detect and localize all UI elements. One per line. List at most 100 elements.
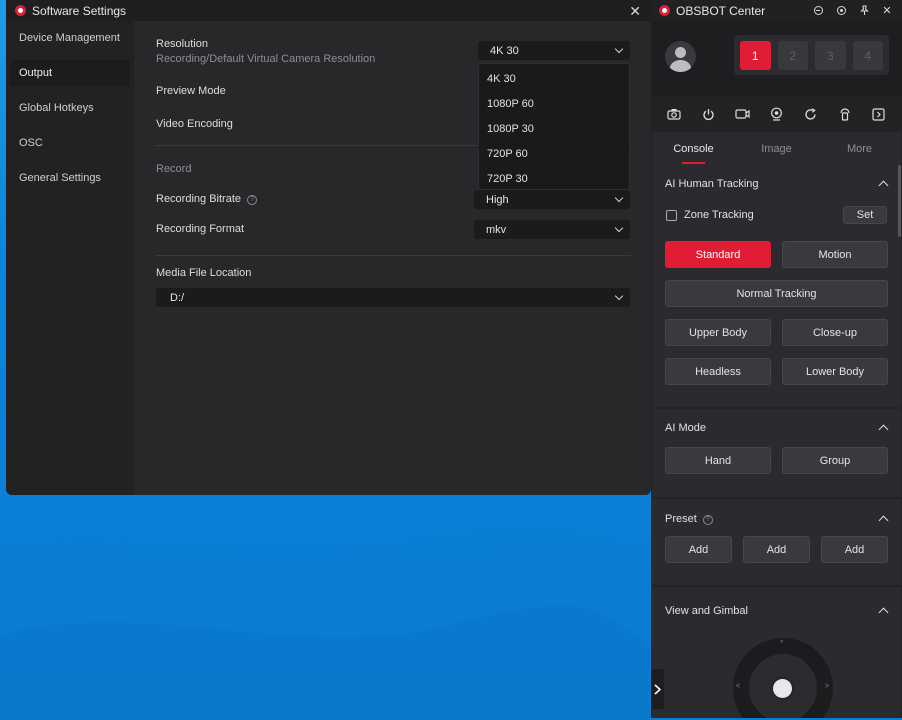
recording-format-select[interactable]: mkv	[474, 220, 630, 239]
settings-content: Resolution Recording/Default Virtual Cam…	[134, 21, 651, 495]
webcam-icon[interactable]	[767, 105, 785, 123]
help-icon[interactable]: ?	[702, 515, 713, 525]
chevron-down-icon	[614, 223, 624, 233]
ai-mode-panel: AI Mode Hand Group	[652, 409, 901, 497]
close-up-button[interactable]: Close-up	[782, 319, 888, 346]
camera-icon[interactable]	[665, 105, 683, 123]
chevron-up-icon[interactable]	[878, 180, 889, 191]
sidebar-item-output[interactable]: Output	[10, 60, 130, 86]
preset-panel: Preset? Add Add Add	[652, 499, 901, 585]
pin-icon[interactable]	[857, 4, 871, 17]
sidebar-item-device-management[interactable]: Device Management	[10, 25, 130, 51]
settings-sidebar: Device Management Output Global Hotkeys …	[6, 21, 134, 495]
menu-item-720p-30[interactable]: 720P 30	[479, 166, 629, 191]
recording-bitrate-row: Recording Bitrate?	[156, 193, 257, 205]
console-tabs: Console Image More	[652, 132, 901, 167]
preset-add-button-3[interactable]: Add	[821, 536, 888, 563]
device-slot-3[interactable]: 3	[815, 41, 846, 70]
settings-title-bar: Software Settings ✕	[6, 0, 651, 21]
device-slot-1[interactable]: 1	[740, 41, 771, 70]
video-encoding-label: Video Encoding	[156, 118, 233, 130]
sidebar-item-global-hotkeys[interactable]: Global Hotkeys	[10, 95, 130, 121]
close-icon[interactable]: ✕	[880, 4, 894, 17]
zone-tracking-checkbox[interactable]	[666, 210, 677, 221]
tab-more[interactable]: More	[818, 132, 901, 167]
settings-icon[interactable]	[834, 4, 848, 17]
window-controls: ✕	[811, 4, 894, 17]
resolution-select[interactable]: 4K 30	[478, 41, 630, 60]
divider	[156, 255, 631, 256]
obsbot-window-title: OBSBOT Center	[676, 3, 766, 18]
refresh-icon[interactable]	[802, 105, 820, 123]
expand-preview-button[interactable]	[651, 669, 664, 709]
zone-tracking-label: Zone Tracking	[684, 209, 754, 221]
media-location-select[interactable]: D:/	[156, 288, 630, 307]
obsbot-center-window: OBSBOT Center ✕ 1 2 3 4 Console Image Mo…	[651, 0, 902, 718]
desktop-background	[0, 523, 650, 720]
software-settings-window: Software Settings ✕ Device Management Ou…	[6, 0, 651, 495]
resolution-sublabel: Recording/Default Virtual Camera Resolut…	[156, 53, 376, 65]
group-button[interactable]: Group	[782, 447, 888, 474]
gimbal-icon[interactable]	[836, 105, 854, 123]
collapse-panel-icon[interactable]	[870, 105, 888, 123]
motion-button[interactable]: Motion	[782, 241, 888, 268]
recording-bitrate-select[interactable]: High	[474, 190, 630, 209]
headless-button[interactable]: Headless	[665, 358, 771, 385]
avatar[interactable]	[665, 41, 696, 72]
menu-item-1080p-30[interactable]: 1080P 30	[479, 116, 629, 141]
standard-button[interactable]: Standard	[665, 241, 771, 268]
resolution-value: 4K 30	[490, 44, 519, 57]
chevron-down-icon	[614, 44, 624, 54]
joystick-up-icon[interactable]: ^	[780, 640, 783, 647]
preset-add-button-1[interactable]: Add	[665, 536, 732, 563]
tab-image[interactable]: Image	[735, 132, 818, 167]
ai-tracking-panel: Console Image More AI Human Tracking Zon…	[652, 132, 901, 407]
minimize-icon[interactable]	[811, 4, 825, 17]
device-slot-2[interactable]: 2	[777, 41, 808, 70]
record-section-label: Record	[156, 163, 192, 175]
obsbot-toolbar	[651, 96, 902, 132]
menu-item-1080p-60[interactable]: 1080P 60	[479, 91, 629, 116]
obsbot-title-bar: OBSBOT Center ✕	[651, 0, 902, 21]
media-location-value: D:/	[170, 291, 185, 304]
settings-window-title: Software Settings	[32, 3, 127, 18]
normal-tracking-button[interactable]: Normal Tracking	[665, 280, 888, 307]
chevron-up-icon[interactable]	[878, 424, 889, 435]
menu-item-720p-60[interactable]: 720P 60	[479, 141, 629, 166]
chevron-right-icon	[654, 683, 661, 695]
zone-set-button[interactable]: Set	[843, 206, 887, 224]
help-icon[interactable]: ?	[247, 195, 257, 205]
joystick-left-icon[interactable]: <	[736, 683, 740, 690]
menu-item-4k-30[interactable]: 4K 30	[479, 66, 629, 91]
power-icon[interactable]	[699, 105, 717, 123]
recording-format-value: mkv	[486, 223, 507, 236]
resolution-label: Resolution	[156, 38, 208, 50]
ai-human-tracking-title: AI Human Tracking	[665, 178, 759, 190]
hand-button[interactable]: Hand	[665, 447, 771, 474]
lower-body-button[interactable]: Lower Body	[782, 358, 888, 385]
chevron-down-icon	[614, 291, 624, 301]
close-icon[interactable]: ✕	[629, 3, 641, 20]
chevron-down-icon	[614, 193, 624, 203]
media-location-label: Media File Location	[156, 267, 252, 279]
preset-title-row: Preset?	[665, 513, 713, 525]
obsbot-logo-icon	[659, 5, 670, 16]
chevron-up-icon[interactable]	[878, 607, 889, 618]
device-slot-4[interactable]: 4	[852, 41, 883, 70]
joystick-knob[interactable]	[773, 679, 792, 698]
ai-mode-title: AI Mode	[665, 422, 706, 434]
upper-body-button[interactable]: Upper Body	[665, 319, 771, 346]
sidebar-item-osc[interactable]: OSC	[10, 130, 130, 156]
tab-console[interactable]: Console	[652, 132, 735, 167]
view-gimbal-title: View and Gimbal	[665, 605, 748, 617]
recording-format-label: Recording Format	[156, 223, 245, 235]
scrollbar[interactable]	[898, 165, 901, 237]
preset-add-button-2[interactable]: Add	[743, 536, 810, 563]
sidebar-item-general-settings[interactable]: General Settings	[10, 165, 130, 191]
video-record-icon[interactable]	[733, 105, 751, 123]
joystick-right-icon[interactable]: >	[825, 683, 829, 690]
chevron-up-icon[interactable]	[878, 515, 889, 526]
recording-bitrate-label: Recording Bitrate	[156, 193, 241, 205]
recording-bitrate-value: High	[486, 193, 509, 206]
resolution-dropdown-menu: 4K 30 1080P 60 1080P 30 720P 60 720P 30	[478, 63, 630, 190]
